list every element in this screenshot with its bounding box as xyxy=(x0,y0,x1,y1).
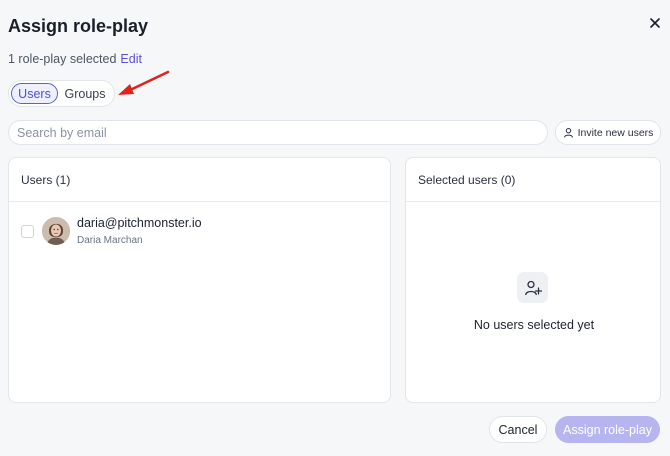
cancel-button[interactable]: Cancel xyxy=(489,416,547,443)
summary-text: 1 role-play selected xyxy=(8,52,117,66)
tab-switcher: Users Groups xyxy=(8,80,115,107)
user-checkbox[interactable] xyxy=(21,224,34,238)
users-panel-header: Users (1) xyxy=(9,158,390,202)
edit-link[interactable]: Edit xyxy=(120,52,142,66)
page-title: Assign role-play xyxy=(8,16,149,36)
selected-users-panel: Selected users (0) No users selected yet xyxy=(405,157,661,403)
empty-state-icon-box xyxy=(517,272,548,303)
user-email: daria@pitchmonster.io xyxy=(77,216,202,230)
assign-role-play-button[interactable]: Assign role-play xyxy=(555,416,660,443)
avatar xyxy=(42,217,70,245)
close-button[interactable] xyxy=(648,16,662,30)
user-name: Daria Marchan xyxy=(77,235,143,246)
search-input[interactable] xyxy=(8,120,548,145)
close-icon xyxy=(650,18,660,28)
selected-users-header: Selected users (0) xyxy=(406,158,660,202)
tab-users[interactable]: Users xyxy=(11,83,58,104)
invite-label: Invite new users xyxy=(577,126,654,139)
users-panel: Users (1) daria@pitchmonster.io Daria Ma… xyxy=(8,157,391,403)
selection-summary: 1 role-play selected Edit xyxy=(8,52,142,66)
user-icon xyxy=(563,127,573,138)
annotation-arrow-icon xyxy=(118,70,170,95)
user-row[interactable]: daria@pitchmonster.io Daria Marchan xyxy=(21,216,202,246)
tab-groups[interactable]: Groups xyxy=(58,83,112,104)
user-plus-icon xyxy=(524,280,542,295)
empty-state-text: No users selected yet xyxy=(473,318,595,332)
invite-new-users-button[interactable]: Invite new users xyxy=(555,120,661,145)
